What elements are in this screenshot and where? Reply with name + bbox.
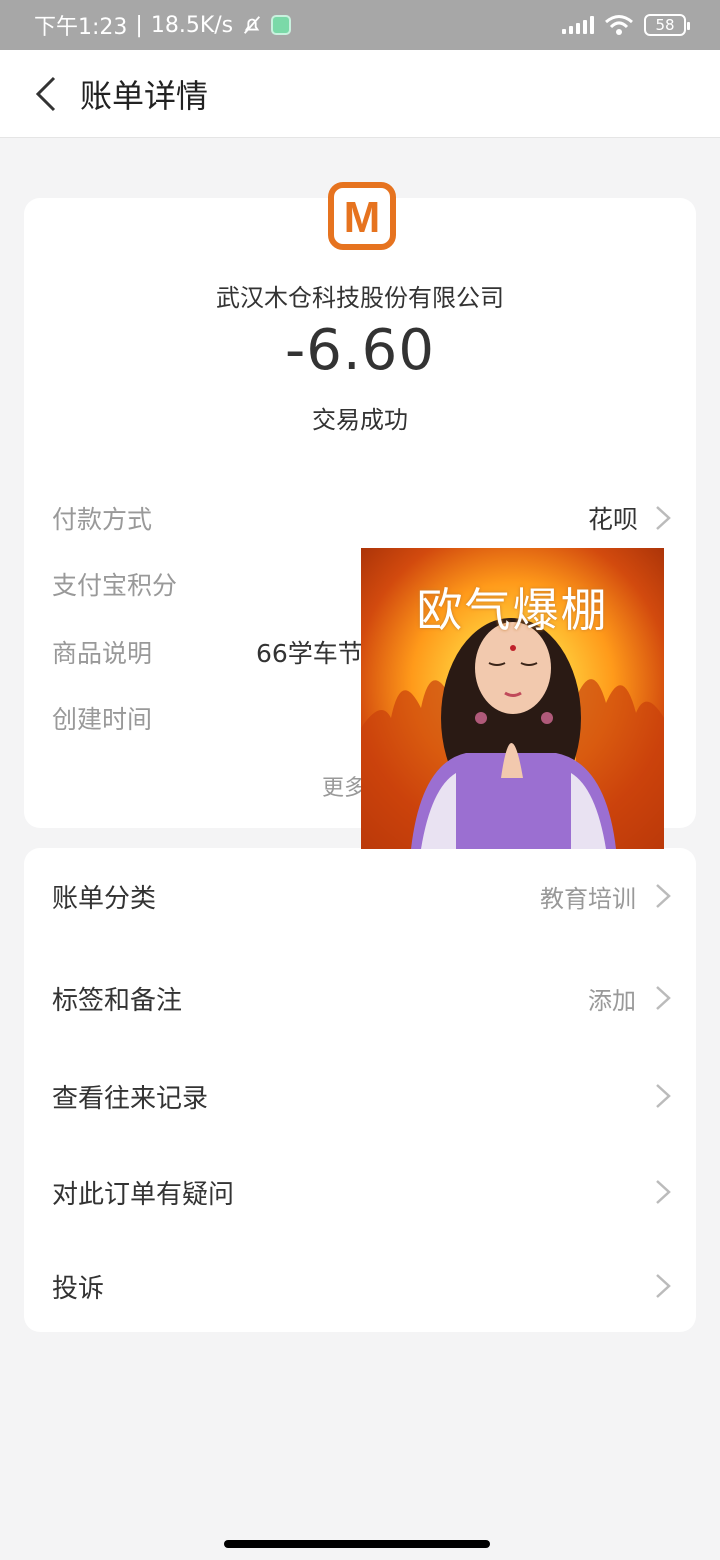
bill-actions-card: 账单分类 教育培训 标签和备注 添加 查看往来记录 对此订单有疑问 投诉: [24, 848, 696, 1332]
history-records-row[interactable]: 查看往来记录: [52, 1066, 672, 1126]
chevron-right-icon: [656, 884, 671, 908]
bill-category-value: 教育培训: [540, 884, 636, 913]
bell-off-icon: [244, 16, 261, 34]
app-notification-icon: [271, 15, 292, 35]
status-right: 58: [562, 14, 690, 36]
merchant-logo-icon: M: [328, 182, 396, 250]
bill-category-label: 账单分类: [52, 883, 157, 914]
battery-level: 58: [655, 16, 675, 34]
history-records-right: [654, 1082, 672, 1110]
home-indicator[interactable]: [224, 1540, 490, 1548]
tags-notes-value: 添加: [588, 986, 636, 1015]
created-time-label: 创建时间: [52, 705, 153, 734]
wifi-icon: [605, 15, 633, 35]
chevron-left-icon: [35, 76, 56, 111]
complaint-right: [654, 1272, 672, 1300]
chevron-right-icon: [656, 1084, 671, 1108]
chevron-right-icon: [656, 506, 671, 530]
status-separator: |: [135, 12, 143, 38]
complaint-row[interactable]: 投诉: [52, 1256, 672, 1316]
goods-label: 商品说明: [52, 639, 153, 668]
complaint-label: 投诉: [52, 1273, 105, 1304]
alipay-points-label: 支付宝积分: [52, 571, 178, 600]
order-question-label: 对此订单有疑问: [52, 1179, 235, 1210]
order-question-right: [654, 1178, 672, 1206]
chevron-right-icon: [656, 1180, 671, 1204]
transaction-status: 交易成功: [312, 406, 408, 434]
page-title: 账单详情: [80, 76, 209, 115]
tags-notes-right: 添加: [588, 981, 672, 1016]
status-left: 下午1:23 | 18.5K/s: [34, 9, 292, 41]
status-time: 下午1:23: [34, 15, 128, 40]
payment-method-value: 花呗: [587, 505, 638, 534]
merchant-name: 武汉木仓科技股份有限公司: [216, 284, 504, 312]
sticker-caption: 欧气爆棚: [416, 583, 609, 637]
status-bar: 下午1:23 | 18.5K/s 58: [0, 0, 720, 50]
transaction-amount: -6.60: [285, 318, 435, 383]
battery-icon: 58: [644, 14, 690, 36]
payment-method-row[interactable]: 付款方式 花呗: [52, 498, 672, 538]
tags-notes-label: 标签和备注: [52, 985, 183, 1016]
merchant-logo-letter: M: [344, 193, 381, 242]
bill-category-right: 教育培训: [540, 879, 672, 914]
bill-category-row[interactable]: 账单分类 教育培训: [52, 866, 672, 926]
header: 账单详情: [0, 50, 720, 138]
chevron-right-icon: [656, 1274, 671, 1298]
signal-icon: [562, 16, 594, 34]
history-records-label: 查看往来记录: [52, 1083, 209, 1114]
order-question-row[interactable]: 对此订单有疑问: [52, 1162, 672, 1222]
goods-value: 66学车节: [256, 639, 363, 668]
tags-notes-row[interactable]: 标签和备注 添加: [52, 968, 672, 1028]
more-link[interactable]: 更多: [322, 770, 366, 802]
chevron-right-icon: [656, 986, 671, 1010]
sticker-image: 欧气爆棚: [361, 548, 664, 849]
back-button[interactable]: [16, 64, 76, 124]
status-net-speed: 18.5K/s: [150, 12, 234, 38]
payment-method-right: 花呗: [588, 500, 672, 536]
payment-method-label: 付款方式: [52, 505, 153, 534]
